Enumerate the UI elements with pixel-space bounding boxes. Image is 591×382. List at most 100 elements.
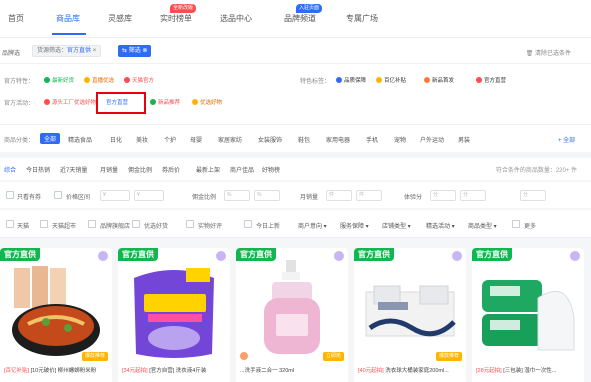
filter-option-label: 源头工厂优选好物 <box>52 100 97 106</box>
product-card[interactable]: 官方直供 [28元起拍] [三包装] 湿巾一次性... <box>472 248 584 382</box>
favorite-icon[interactable] <box>452 251 462 261</box>
sort-option[interactable]: 好物榜 <box>262 165 280 174</box>
filter-option-label: 品质保障 <box>344 78 367 84</box>
category-item[interactable]: 宠物 <box>394 135 406 144</box>
filter-option[interactable]: 新品推荐 <box>150 98 180 106</box>
product-card[interactable]: 官方直供 立即抢 ...洗手液二合一 320ml <box>236 248 348 382</box>
category-item[interactable]: 家居家纺 <box>218 135 242 144</box>
category-item[interactable]: 个护 <box>164 135 176 144</box>
product-card[interactable]: 官方直供 爆款推荐 [40元起拍] 洗衣球大桶装家庭200ml... <box>354 248 466 382</box>
price-checkbox[interactable] <box>54 191 62 199</box>
result-count: 符合条件的商品数量：220+ 件 <box>495 168 577 174</box>
product-tag: [百亿补贴] <box>4 368 30 374</box>
product-title-text: ...洗手液二合一 320ml <box>240 368 295 374</box>
favorite-icon[interactable] <box>570 251 580 261</box>
category-item[interactable]: 精选食品 <box>68 135 92 144</box>
price-min-input[interactable]: ¥ <box>100 190 130 201</box>
filter-option[interactable]: 源头工厂优选好物 <box>44 98 96 106</box>
product-title[interactable]: ...洗手液二合一 320ml <box>240 366 346 374</box>
check-praise[interactable] <box>186 220 194 228</box>
product-title[interactable]: [40元起拍] 洗衣球大桶装家庭200ml... <box>358 366 464 374</box>
category-item[interactable]: 家用电器 <box>326 135 350 144</box>
favorite-icon[interactable] <box>98 251 108 261</box>
rating-min-input[interactable]: 分 <box>430 190 456 201</box>
filter-option[interactable]: 优选好物 <box>192 98 222 106</box>
sort-option[interactable]: 券后价 <box>162 165 180 174</box>
tab-product-library[interactable]: 商品库 <box>56 13 80 24</box>
product-flag: 爆款推荐 <box>81 352 108 361</box>
dropdown-store-type[interactable]: 店铺类型 ▾ <box>382 221 411 230</box>
like-icon[interactable] <box>240 352 248 360</box>
category-item[interactable]: 男装 <box>458 135 470 144</box>
dropdown-label: 精选活动 <box>426 224 451 230</box>
filter-option-label: 天猫官方 <box>132 78 155 84</box>
category-item[interactable]: 日化 <box>110 135 122 144</box>
tab-brand-channel[interactable]: 品牌频道 <box>284 13 316 24</box>
filter-option[interactable]: 新品首发 <box>424 76 454 84</box>
check-flagship[interactable] <box>88 220 96 228</box>
check-new[interactable] <box>244 220 252 228</box>
product-title[interactable]: [百亿补贴] [10元破价] 柳州螺蛳粉米粉 <box>4 366 110 374</box>
category-item[interactable]: 手机 <box>366 135 378 144</box>
filter-option[interactable]: 直播优选 <box>84 76 114 84</box>
sort-option[interactable]: 近7天销量 <box>60 165 87 174</box>
dropdown-product-type[interactable]: 商品类型 ▾ <box>468 221 497 230</box>
filter-option[interactable]: 品质保障 <box>336 76 366 84</box>
filter-option[interactable]: 官方直营 <box>476 76 506 84</box>
product-card[interactable]: 官方直供 爆款推荐 [百亿补贴] [10元破价] 柳州螺蛳粉米粉 <box>0 248 112 382</box>
dropdown-service[interactable]: 服务保障 ▾ <box>340 221 369 230</box>
category-item[interactable]: 女装服饰 <box>258 135 282 144</box>
check-more[interactable] <box>512 220 520 228</box>
rating-max-input[interactable]: 分 <box>460 190 486 201</box>
category-all[interactable]: 全部 <box>40 133 61 144</box>
sort-option[interactable]: 商户佳品 <box>230 165 254 174</box>
check-tmall[interactable] <box>6 220 14 228</box>
product-card[interactable]: 官方直供 [34元起拍] [官方自营] 洗衣液4斤装 <box>118 248 230 382</box>
product-title[interactable]: [28元起拍] [三包装] 湿巾一次性... <box>476 366 582 374</box>
filter-option[interactable]: 天猫官方 <box>124 76 154 84</box>
favorite-icon[interactable] <box>216 251 226 261</box>
selected-filter-chip[interactable]: 货源筛选：官方直供 × <box>32 45 102 57</box>
dropdown-activity[interactable]: 精选活动 ▾ <box>426 221 455 230</box>
filter-option[interactable]: 百亿补贴 <box>376 76 406 84</box>
sort-option[interactable]: 今日热销 <box>26 165 50 174</box>
filter-option[interactable]: 最新好货 <box>44 76 74 84</box>
dropdown-label: 服务保障 <box>340 224 365 230</box>
tab-selection-center[interactable]: 选品中心 <box>220 13 252 24</box>
category-item[interactable]: 美妆 <box>136 135 148 144</box>
check-supermarket[interactable] <box>40 220 48 228</box>
dropdown-merchant[interactable]: 商户意向 ▾ <box>298 221 327 230</box>
category-item[interactable]: 鞋包 <box>298 135 310 144</box>
tab-realtime-rank[interactable]: 实时榜单 <box>160 13 192 24</box>
expand-categories[interactable]: + 全部 <box>558 135 575 144</box>
rating-extra-input[interactable]: 分 <box>520 190 546 201</box>
commission-label: 佣金比例 <box>192 195 217 201</box>
category-item[interactable]: 户外运动 <box>420 135 444 144</box>
sales-label: 月销量 <box>300 195 319 201</box>
product-title[interactable]: [34元起拍] [官方自营] 洗衣液4斤装 <box>122 366 228 374</box>
sort-option[interactable]: 佣金比例 <box>128 165 152 174</box>
check-label: 优选好货 <box>144 224 169 230</box>
category-item[interactable]: 母婴 <box>190 135 202 144</box>
clear-filters-link[interactable]: 🗑 清除已选条件 <box>526 48 571 57</box>
sort-option[interactable]: 综合 <box>4 165 16 174</box>
price-max-input[interactable]: ¥ <box>134 190 164 201</box>
sort-option[interactable]: 最新上架 <box>196 165 220 174</box>
tab-exclusive-square[interactable]: 专属广场 <box>346 13 378 24</box>
filter-option-label: 优选好物 <box>200 100 223 106</box>
commission-max-input[interactable]: % <box>254 190 280 201</box>
sort-option[interactable]: 月销量 <box>100 165 118 174</box>
check-quality[interactable] <box>132 220 140 228</box>
sales-max-input[interactable]: 件 <box>356 190 382 201</box>
sales-min-input[interactable]: 件 <box>326 190 352 201</box>
highlight-box <box>96 92 146 114</box>
tab-inspiration[interactable]: 灵感库 <box>108 13 132 24</box>
coupon-checkbox[interactable] <box>6 191 14 199</box>
favorite-icon[interactable] <box>334 251 344 261</box>
tab-home[interactable]: 首页 <box>8 13 24 24</box>
active-tab-indicator <box>52 33 86 35</box>
filter-panel: 官方特性： 最新好货 直播优选 天猫官方 特色标签： 品质保障 百亿补贴 新品首… <box>0 64 591 124</box>
active-filter-chip[interactable]: ⇆ 筛选 ⊗ <box>118 45 152 57</box>
dropdown-label: 商品类型 <box>468 224 493 230</box>
commission-min-input[interactable]: % <box>224 190 250 201</box>
